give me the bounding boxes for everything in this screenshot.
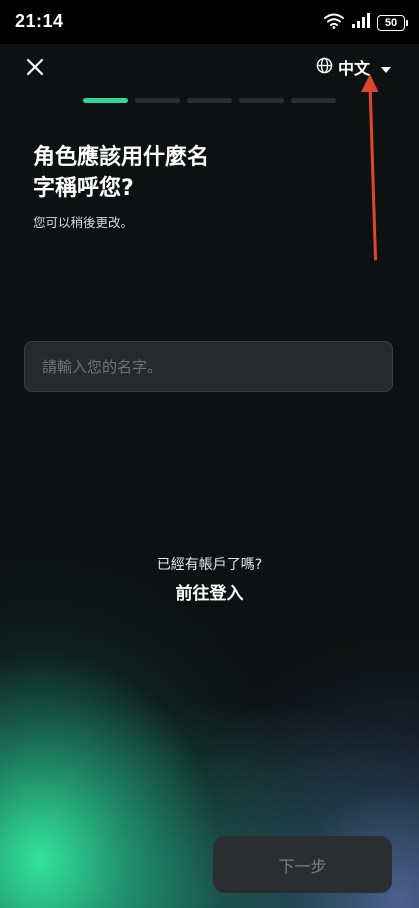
status-time: 21:14 — [15, 11, 64, 31]
close-icon — [26, 58, 44, 76]
battery-icon: 50 — [377, 14, 408, 31]
status-icons: 50 — [323, 12, 408, 33]
signal-icon — [352, 13, 370, 32]
globe-icon — [316, 57, 333, 78]
progress-step — [239, 98, 284, 103]
name-input[interactable] — [24, 341, 393, 392]
progress-step — [187, 98, 232, 103]
language-selector[interactable]: 中文 — [316, 56, 392, 78]
login-link[interactable]: 前往登入 — [0, 579, 419, 604]
language-label: 中文 — [338, 59, 371, 78]
progress-indicator — [83, 98, 336, 103]
progress-step — [135, 98, 180, 103]
status-bar: 21:14 50 — [0, 0, 419, 44]
progress-step-active — [83, 98, 128, 103]
onboarding-screen: 中文 角色應該用什麼名字稱呼您? 您可以稍後更改。 已經有帳戶了嗎? 前往登入 … — [0, 0, 419, 908]
page-subtitle: 您可以稍後更改。 — [33, 215, 134, 230]
wifi-icon — [323, 12, 345, 33]
close-button[interactable] — [24, 56, 46, 78]
have-account-text: 已經有帳戶了嗎? — [156, 557, 263, 573]
caret-down-icon — [381, 58, 392, 77]
next-button[interactable]: 下一步 — [213, 836, 392, 893]
page-title: 角色應該用什麼名 字稱呼您? — [33, 145, 210, 201]
progress-step — [291, 98, 336, 103]
